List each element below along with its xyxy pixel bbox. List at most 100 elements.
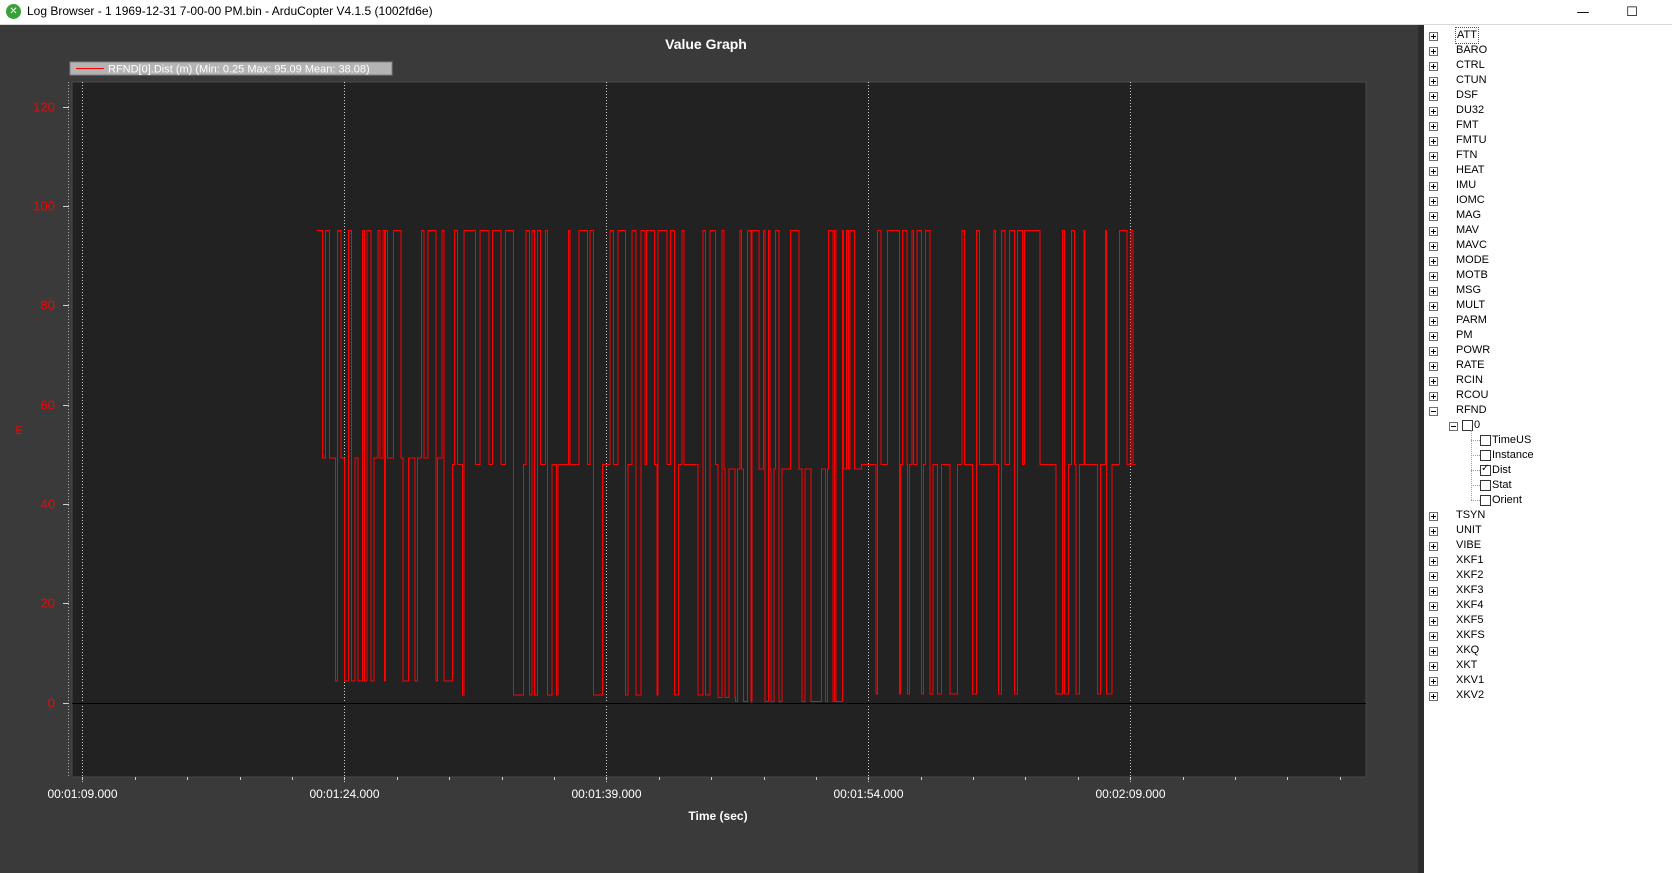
maximize-button[interactable]: ☐: [1609, 0, 1655, 24]
tree-item-fmtu[interactable]: FMTU: [1424, 133, 1672, 148]
legend[interactable]: RFND[0].Dist (m) (Min: 0.25 Max: 95.09 M…: [69, 61, 393, 76]
tree-field-timeus[interactable]: TimeUS: [1424, 433, 1672, 448]
tree-item-mav[interactable]: MAV: [1424, 223, 1672, 238]
tree-field-instance[interactable]: Instance: [1424, 448, 1672, 463]
expand-icon[interactable]: [1429, 602, 1438, 611]
tree-item-label[interactable]: MODE: [1456, 253, 1489, 268]
tree-item-ctun[interactable]: CTUN: [1424, 73, 1672, 88]
tree-item-label[interactable]: MSG: [1456, 283, 1481, 298]
tree-item-mag[interactable]: MAG: [1424, 208, 1672, 223]
orient-checkbox[interactable]: [1480, 495, 1491, 506]
instance-checkbox[interactable]: [1480, 450, 1491, 461]
expand-icon[interactable]: [1429, 77, 1438, 86]
tree-item-pm[interactable]: PM: [1424, 328, 1672, 343]
expand-icon[interactable]: [1429, 287, 1438, 296]
tree-item-mult[interactable]: MULT: [1424, 298, 1672, 313]
tree-item-fmt[interactable]: FMT: [1424, 118, 1672, 133]
tree-item-powr[interactable]: POWR: [1424, 343, 1672, 358]
expand-icon[interactable]: [1429, 257, 1438, 266]
tree-item-label[interactable]: ATT: [1455, 27, 1479, 44]
expand-icon[interactable]: [1429, 542, 1438, 551]
expand-icon[interactable]: [1429, 587, 1438, 596]
tree-item-label[interactable]: TSYN: [1456, 508, 1485, 523]
tree-item-label[interactable]: CTRL: [1456, 58, 1485, 73]
expand-icon[interactable]: [1429, 212, 1438, 221]
tree-item-att[interactable]: ATT: [1424, 27, 1672, 44]
tree-item-dsf[interactable]: DSF: [1424, 88, 1672, 103]
value-graph[interactable]: Value Graph 0 20 40 60 80 100 120 00:01:09.000…: [0, 25, 1418, 873]
expand-icon[interactable]: [1429, 227, 1438, 236]
expand-icon[interactable]: [1429, 527, 1438, 536]
tree-item-label[interactable]: MULT: [1456, 298, 1485, 313]
tree-item-label[interactable]: IMU: [1456, 178, 1476, 193]
tree-item-label[interactable]: POWR: [1456, 343, 1490, 358]
tree-item-rcin[interactable]: RCIN: [1424, 373, 1672, 388]
expand-icon[interactable]: [1429, 662, 1438, 671]
tree-item-label[interactable]: DU32: [1456, 103, 1484, 118]
tree-field-label[interactable]: Stat: [1492, 478, 1512, 493]
tree-item-xkt[interactable]: XKT: [1424, 658, 1672, 673]
tree-item-label[interactable]: MOTB: [1456, 268, 1488, 283]
stat-checkbox[interactable]: [1480, 480, 1491, 491]
expand-icon[interactable]: [1429, 47, 1438, 56]
tree-item-label[interactable]: CTUN: [1456, 73, 1487, 88]
expand-icon[interactable]: [1429, 647, 1438, 656]
tree-field-label[interactable]: Dist: [1492, 463, 1511, 478]
tree-item-rfnd[interactable]: RFND: [1424, 403, 1672, 418]
tree-item-baro[interactable]: BARO: [1424, 43, 1672, 58]
tree-item-tsyn[interactable]: TSYN: [1424, 508, 1672, 523]
tree-item-rcou[interactable]: RCOU: [1424, 388, 1672, 403]
expand-icon[interactable]: [1429, 347, 1438, 356]
tree-item-heat[interactable]: HEAT: [1424, 163, 1672, 178]
field-tree[interactable]: ATT BARO CTRL CTUN DSF DU32 FMT FMTU FTN HEAT IMU I…: [1424, 25, 1672, 873]
tree-item-label[interactable]: UNIT: [1456, 523, 1482, 538]
tree-field-label[interactable]: TimeUS: [1492, 433, 1531, 448]
tree-item-imu[interactable]: IMU: [1424, 178, 1672, 193]
expand-icon[interactable]: [1429, 692, 1438, 701]
expand-icon[interactable]: [1429, 62, 1438, 71]
expand-icon[interactable]: [1429, 167, 1438, 176]
expand-icon[interactable]: [1429, 632, 1438, 641]
tree-item-msg[interactable]: MSG: [1424, 283, 1672, 298]
tree-item-label[interactable]: XKF5: [1456, 613, 1484, 628]
expand-icon[interactable]: [1429, 92, 1438, 101]
tree-item-iomc[interactable]: IOMC: [1424, 193, 1672, 208]
dist-checkbox[interactable]: ✓: [1480, 463, 1491, 476]
expand-icon[interactable]: [1429, 512, 1438, 521]
tree-item-label[interactable]: FTN: [1456, 148, 1477, 163]
tree-item-label[interactable]: XKF4: [1456, 598, 1484, 613]
value-graph-panel[interactable]: Value Graph 0 20 40 60 80 100 120 00:01:09.000…: [0, 25, 1418, 873]
expand-icon[interactable]: [1429, 137, 1438, 146]
expand-icon[interactable]: [1429, 122, 1438, 131]
expand-icon[interactable]: [1429, 572, 1438, 581]
tree-item-label[interactable]: 0: [1474, 418, 1480, 433]
tree-item-vibe[interactable]: VIBE: [1424, 538, 1672, 553]
tree-item-label[interactable]: MAG: [1456, 208, 1481, 223]
timeus-checkbox[interactable]: [1480, 435, 1491, 446]
tree-item-xkq[interactable]: XKQ: [1424, 643, 1672, 658]
tree-item-ftn[interactable]: FTN: [1424, 148, 1672, 163]
expand-icon[interactable]: [1429, 182, 1438, 191]
tree-field-stat[interactable]: Stat: [1424, 478, 1672, 493]
tree-item-mode[interactable]: MODE: [1424, 253, 1672, 268]
expand-icon[interactable]: [1429, 617, 1438, 626]
tree-item-label[interactable]: DSF: [1456, 88, 1478, 103]
tree-item-xkv1[interactable]: XKV1: [1424, 673, 1672, 688]
tree-item-rfnd-instance[interactable]: 0: [1424, 418, 1672, 433]
expand-icon[interactable]: [1429, 107, 1438, 116]
collapse-icon[interactable]: [1449, 422, 1458, 431]
tree-field-dist[interactable]: ✓ Dist: [1424, 463, 1672, 478]
tree-item-xkfs[interactable]: XKFS: [1424, 628, 1672, 643]
tree-item-label[interactable]: RFND: [1456, 403, 1487, 418]
tree-item-parm[interactable]: PARM: [1424, 313, 1672, 328]
tree-item-label[interactable]: XKQ: [1456, 643, 1479, 658]
expand-icon[interactable]: [1429, 677, 1438, 686]
tree-field-label[interactable]: Orient: [1492, 493, 1522, 508]
plot-area[interactable]: [71, 81, 1367, 778]
tree-item-label[interactable]: VIBE: [1456, 538, 1481, 553]
tree-item-du32[interactable]: DU32: [1424, 103, 1672, 118]
collapse-icon[interactable]: [1429, 407, 1438, 416]
tree-item-xkf2[interactable]: XKF2: [1424, 568, 1672, 583]
tree-item-label[interactable]: FMTU: [1456, 133, 1487, 148]
expand-icon[interactable]: [1429, 152, 1438, 161]
